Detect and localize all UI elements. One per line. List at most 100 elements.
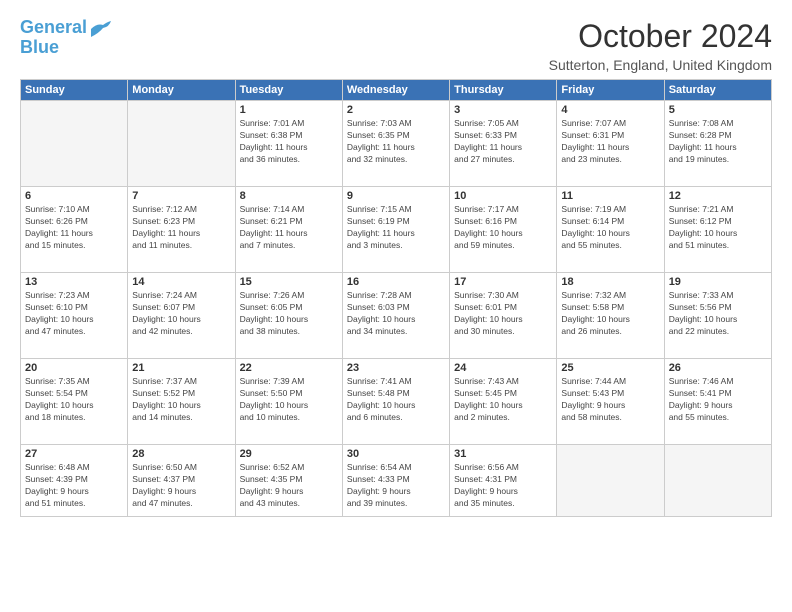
- day-number: 15: [240, 276, 338, 288]
- table-row: 9 Sunrise: 7:15 AM Sunset: 6:19 PM Daylig…: [342, 187, 449, 273]
- header: General Blue October 2024 Sutterton, Eng…: [20, 18, 772, 73]
- table-row: 10Sunrise: 7:17 AM Sunset: 6:16 PM Dayli…: [450, 187, 557, 273]
- day-info: Sunrise: 7:05 AM Sunset: 6:33 PM Dayligh…: [454, 118, 552, 166]
- table-row: 5 Sunrise: 7:08 AM Sunset: 6:28 PM Daylig…: [664, 101, 771, 187]
- day-number: 1: [240, 104, 338, 116]
- day-number: 21: [132, 362, 230, 374]
- table-row: 19 Sunrise: 7:33 AM Sunset: 5:56 PM Dayli…: [664, 273, 771, 359]
- day-info: Sunrise: 7:41 AM Sunset: 5:48 PM Dayligh…: [347, 376, 445, 424]
- day-info: Sunrise: 7:24 AM Sunset: 6:07 PM Dayligh…: [132, 290, 230, 338]
- day-number: 14: [132, 276, 230, 288]
- calendar-week-row: 20 Sunrise: 7:35 AM Sunset: 5:54 PM Dayli…: [21, 359, 772, 445]
- header-saturday: Saturday: [664, 80, 771, 101]
- table-row: 25Sunrise: 7:44 AM Sunset: 5:43 PM Dayli…: [557, 359, 664, 445]
- day-number: 9: [347, 190, 445, 202]
- table-row: [21, 101, 128, 187]
- day-number: 5: [669, 104, 767, 116]
- day-info: Sunrise: 7:15 AM Sunset: 6:19 PM Dayligh…: [347, 204, 445, 252]
- table-row: 18 Sunrise: 7:32 AM Sunset: 5:58 PM Dayli…: [557, 273, 664, 359]
- day-info: Sunrise: 7:30 AM Sunset: 6:01 PM Dayligh…: [454, 290, 552, 338]
- day-number: 26: [669, 362, 767, 374]
- day-number: 28: [132, 448, 230, 460]
- day-info: Sunrise: 7:23 AM Sunset: 6:10 PM Dayligh…: [25, 290, 123, 338]
- table-row: [128, 101, 235, 187]
- day-info: Sunrise: 7:44 AM Sunset: 5:43 PM Dayligh…: [561, 376, 659, 424]
- table-row: 14 Sunrise: 7:24 AM Sunset: 6:07 PM Dayli…: [128, 273, 235, 359]
- header-wednesday: Wednesday: [342, 80, 449, 101]
- table-row: 28 Sunrise: 6:50 AM Sunset: 4:37 PM Dayli…: [128, 445, 235, 517]
- day-number: 30: [347, 448, 445, 460]
- day-info: Sunrise: 7:03 AM Sunset: 6:35 PM Dayligh…: [347, 118, 445, 166]
- table-row: 30 Sunrise: 6:54 AM Sunset: 4:33 PM Dayli…: [342, 445, 449, 517]
- day-number: 20: [25, 362, 123, 374]
- table-row: 24 Sunrise: 7:43 AM Sunset: 5:45 PM Dayli…: [450, 359, 557, 445]
- day-number: 16: [347, 276, 445, 288]
- table-row: 31 Sunrise: 6:56 AM Sunset: 4:31 PM Dayli…: [450, 445, 557, 517]
- day-info: Sunrise: 7:26 AM Sunset: 6:05 PM Dayligh…: [240, 290, 338, 338]
- day-info: Sunrise: 7:37 AM Sunset: 5:52 PM Dayligh…: [132, 376, 230, 424]
- header-thursday: Thursday: [450, 80, 557, 101]
- day-info: Sunrise: 6:50 AM Sunset: 4:37 PM Dayligh…: [132, 462, 230, 510]
- day-info: Sunrise: 7:46 AM Sunset: 5:41 PM Dayligh…: [669, 376, 767, 424]
- day-number: 13: [25, 276, 123, 288]
- logo-bird-icon: [89, 21, 111, 37]
- table-row: 29 Sunrise: 6:52 AM Sunset: 4:35 PM Dayli…: [235, 445, 342, 517]
- day-info: Sunrise: 7:12 AM Sunset: 6:23 PM Dayligh…: [132, 204, 230, 252]
- day-number: 8: [240, 190, 338, 202]
- day-info: Sunrise: 7:35 AM Sunset: 5:54 PM Dayligh…: [25, 376, 123, 424]
- calendar-header-row: Sunday Monday Tuesday Wednesday Thursday…: [21, 80, 772, 101]
- day-number: 19: [669, 276, 767, 288]
- day-number: 24: [454, 362, 552, 374]
- day-number: 23: [347, 362, 445, 374]
- day-info: Sunrise: 6:56 AM Sunset: 4:31 PM Dayligh…: [454, 462, 552, 510]
- day-number: 18: [561, 276, 659, 288]
- day-info: Sunrise: 7:43 AM Sunset: 5:45 PM Dayligh…: [454, 376, 552, 424]
- day-info: Sunrise: 7:21 AM Sunset: 6:12 PM Dayligh…: [669, 204, 767, 252]
- header-monday: Monday: [128, 80, 235, 101]
- table-row: 13 Sunrise: 7:23 AM Sunset: 6:10 PM Dayli…: [21, 273, 128, 359]
- table-row: 16 Sunrise: 7:28 AM Sunset: 6:03 PM Dayli…: [342, 273, 449, 359]
- table-row: 11Sunrise: 7:19 AM Sunset: 6:14 PM Dayli…: [557, 187, 664, 273]
- day-info: Sunrise: 7:07 AM Sunset: 6:31 PM Dayligh…: [561, 118, 659, 166]
- day-number: 7: [132, 190, 230, 202]
- day-info: Sunrise: 7:08 AM Sunset: 6:28 PM Dayligh…: [669, 118, 767, 166]
- day-info: Sunrise: 7:39 AM Sunset: 5:50 PM Dayligh…: [240, 376, 338, 424]
- table-row: 12Sunrise: 7:21 AM Sunset: 6:12 PM Dayli…: [664, 187, 771, 273]
- table-row: 8Sunrise: 7:14 AM Sunset: 6:21 PM Daylig…: [235, 187, 342, 273]
- day-number: 17: [454, 276, 552, 288]
- header-friday: Friday: [557, 80, 664, 101]
- day-number: 27: [25, 448, 123, 460]
- table-row: 15 Sunrise: 7:26 AM Sunset: 6:05 PM Dayli…: [235, 273, 342, 359]
- day-info: Sunrise: 6:48 AM Sunset: 4:39 PM Dayligh…: [25, 462, 123, 510]
- day-info: Sunrise: 7:33 AM Sunset: 5:56 PM Dayligh…: [669, 290, 767, 338]
- table-row: [664, 445, 771, 517]
- day-info: Sunrise: 6:52 AM Sunset: 4:35 PM Dayligh…: [240, 462, 338, 510]
- table-row: 6Sunrise: 7:10 AM Sunset: 6:26 PM Daylig…: [21, 187, 128, 273]
- header-sunday: Sunday: [21, 80, 128, 101]
- table-row: 20 Sunrise: 7:35 AM Sunset: 5:54 PM Dayli…: [21, 359, 128, 445]
- day-info: Sunrise: 7:10 AM Sunset: 6:26 PM Dayligh…: [25, 204, 123, 252]
- table-row: 22 Sunrise: 7:39 AM Sunset: 5:50 PM Dayli…: [235, 359, 342, 445]
- calendar-week-row: 1 Sunrise: 7:01 AM Sunset: 6:38 PM Daylig…: [21, 101, 772, 187]
- day-info: Sunrise: 7:28 AM Sunset: 6:03 PM Dayligh…: [347, 290, 445, 338]
- day-info: Sunrise: 6:54 AM Sunset: 4:33 PM Dayligh…: [347, 462, 445, 510]
- day-info: Sunrise: 7:01 AM Sunset: 6:38 PM Dayligh…: [240, 118, 338, 166]
- table-row: 17 Sunrise: 7:30 AM Sunset: 6:01 PM Dayli…: [450, 273, 557, 359]
- location: Sutterton, England, United Kingdom: [549, 57, 772, 73]
- day-number: 3: [454, 104, 552, 116]
- month-title: October 2024: [549, 18, 772, 55]
- table-row: 1 Sunrise: 7:01 AM Sunset: 6:38 PM Daylig…: [235, 101, 342, 187]
- logo-text: General Blue: [20, 18, 87, 58]
- header-tuesday: Tuesday: [235, 80, 342, 101]
- day-info: Sunrise: 7:17 AM Sunset: 6:16 PM Dayligh…: [454, 204, 552, 252]
- calendar-table: Sunday Monday Tuesday Wednesday Thursday…: [20, 79, 772, 517]
- page: General Blue October 2024 Sutterton, Eng…: [0, 0, 792, 612]
- day-number: 2: [347, 104, 445, 116]
- logo-blue: Blue: [20, 37, 59, 57]
- day-info: Sunrise: 7:32 AM Sunset: 5:58 PM Dayligh…: [561, 290, 659, 338]
- day-number: 29: [240, 448, 338, 460]
- day-number: 31: [454, 448, 552, 460]
- day-number: 22: [240, 362, 338, 374]
- calendar-week-row: 27 Sunrise: 6:48 AM Sunset: 4:39 PM Dayli…: [21, 445, 772, 517]
- table-row: 7 Sunrise: 7:12 AM Sunset: 6:23 PM Daylig…: [128, 187, 235, 273]
